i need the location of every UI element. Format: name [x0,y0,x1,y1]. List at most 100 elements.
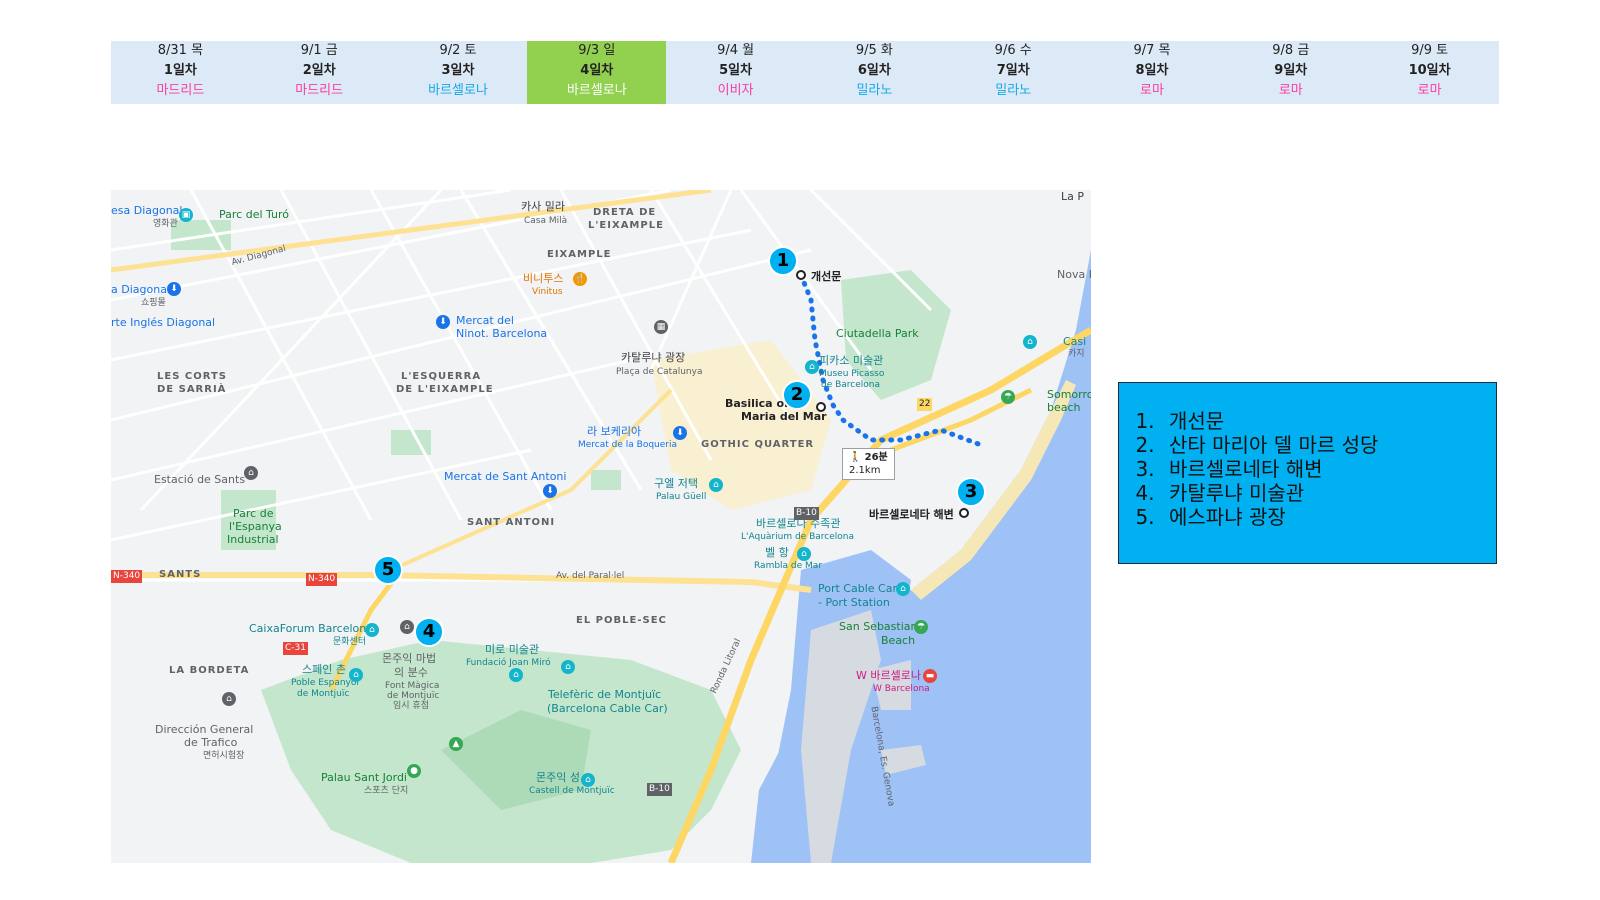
shield-22: 22 [917,398,933,411]
label-boqueria: Mercat de la Boqueria [578,440,677,450]
label-guell-ko: 구엘 저택 [654,477,698,490]
restaurant-icon[interactable]: 🍴 [573,272,587,286]
schedule-day: 9일차 [1274,63,1308,78]
label-diagonal-2: a Diagonal [111,283,170,296]
label-guell: Palau Güell [656,492,707,502]
schedule-day-9: 9/8 금 9일차 로마 [1221,41,1360,104]
label-direccion-3: 면허시험장 [203,751,245,761]
museum-icon[interactable]: ⌂ [709,478,723,492]
schedule-city: 로마 [1278,83,1303,98]
shopping-icon[interactable]: ⬇ [436,315,450,329]
aquarium-icon[interactable]: ⌂ [797,547,811,561]
label-casino: Casi [1063,335,1087,348]
poble-espanyol-icon[interactable]: ⌂ [349,668,363,682]
label-ciutadella: Ciutadella Park [836,327,919,340]
miro-icon[interactable]: ⌂ [509,668,523,682]
label-corte: rte Inglés Diagonal [111,316,216,329]
walking-time-box[interactable]: 🚶 26분 2.1km [842,448,895,480]
schedule-date: 9/9 토 [1411,43,1449,58]
stadium-icon[interactable]: ● [407,764,421,778]
label-miro-ko: 미로 미술관 [485,643,540,656]
label-somorrostro-1: Somorro [1047,388,1091,401]
barcelona-route-map[interactable]: 카사 밀라 Casa Milà DRETA DE L'EIXAMPLE EIXA… [111,190,1091,863]
cinema-icon[interactable]: ▣ [179,208,193,222]
label-fountain-ko-2: 의 분수 [394,666,428,679]
schedule-date: 8/31 목 [157,43,204,58]
shield-c31: C-31 [283,642,308,655]
label-direccion-1: Dirección General [155,723,254,736]
schedule-day: 2일차 [302,63,336,78]
label-direccion-2: de Trafico [184,736,238,749]
label-la-p: La P [1061,190,1084,203]
station-icon[interactable]: ⌂ [244,466,258,480]
schedule-date: 9/3 일 [578,43,616,58]
government-icon[interactable]: ⌂ [222,692,236,706]
label-parc-espanya-1: Parc de [233,507,274,520]
label-casa-mila-ko: 카사 밀라 [521,200,565,213]
shield-n340-2: N-340 [306,573,338,586]
mall-icon[interactable]: ⬇ [167,282,181,296]
schedule-city: 로마 [1417,83,1442,98]
label-les-corts-1: LES CORTS [157,371,228,382]
caixa-icon[interactable]: ⌂ [365,623,379,637]
label-dreta: DRETA DE [593,207,657,218]
schedule-city: 마드리드 [295,83,344,98]
label-basilica-2: Maria del Mar [741,410,827,423]
landmark-icon[interactable]: ▦ [654,320,668,334]
label-teleferic-2: (Barcelona Cable Car) [547,702,668,715]
route-pin-5[interactable]: 5 [373,555,403,585]
label-palau-jordi-ko: 스포츠 단지 [364,786,409,796]
schedule-day-8: 9/7 목 8일차 로마 [1083,41,1222,104]
casino-icon[interactable]: ⌂ [1023,335,1037,349]
schedule-city: 밀라노 [856,83,893,98]
schedule-day: 8일차 [1135,63,1169,78]
label-diagonal-1: esa Diagonal [111,204,183,217]
label-parc-espanya-2: l'Espanya [229,520,282,533]
schedule-day-10: 9/9 토 10일차 로마 [1360,41,1499,104]
label-boqueria-ko: 라 보케리아 [587,425,642,438]
route-pin-1[interactable]: 1 [768,246,798,276]
hotel-icon[interactable]: ▬ [923,669,937,683]
route-pin-3[interactable]: 3 [956,477,986,507]
label-casa-mila: Casa Milà [524,216,568,226]
label-esquerra-1: L'ESQUERRA [401,371,482,382]
label-les-corts-2: DE SARRIÀ [157,384,227,395]
label-sant-antoni: SANT ANTONI [467,517,556,528]
label-mercat-ninot-2: Ninot. Barcelona [456,327,548,340]
castell-icon[interactable]: ⌂ [581,773,595,787]
label-parc-turo: Parc del Turó [219,208,290,221]
label-eixample-2: EIXAMPLE [547,249,612,260]
park-icon[interactable]: ▲ [449,737,463,751]
schedule-day: 5일차 [719,63,753,78]
schedule-city: 바르셀로나 [428,83,488,98]
label-bordeta: LA BORDETA [169,665,250,676]
beach-icon-2[interactable]: ☂ [1001,390,1015,404]
shield-n340: N-340 [111,570,143,583]
schedule-day-4: 9/3 일 4일차 바르셀로나 [527,41,667,104]
route-pin-4[interactable]: 4 [414,617,444,647]
label-gothic: GOTHIC QUARTER [701,439,815,450]
label-palau-jordi: Palau Sant Jordi [321,771,407,784]
market-icon[interactable]: ⬇ [673,426,687,440]
teleferic-icon[interactable]: ⌂ [561,660,575,674]
port-cable-icon[interactable]: ⌂ [896,582,910,596]
fountain-icon[interactable]: ⌂ [400,620,414,634]
label-vinitus-ko: 비니투스 [523,272,564,285]
label-eixample-1: L'EIXAMPLE [588,220,664,231]
market-icon-2[interactable]: ⬇ [543,484,557,498]
legend-item-4: 카탈루냐 미술관 [1161,481,1496,505]
label-diagonal-2b: 쇼핑몰 [141,298,166,308]
route-legend: 개선문 산타 마리아 델 마르 성당 바르셀로네타 해변 카탈루냐 미술관 에스… [1118,382,1497,564]
label-aquarium: L'Aquàrium de Barcelona [741,532,854,542]
legend-item-1: 개선문 [1161,409,1496,433]
label-parc-espanya-3: Industrial [227,533,279,546]
label-port-cable-1: Port Cable Car [818,582,897,595]
route-pin-2[interactable]: 2 [782,380,812,410]
label-catalunya: Plaça de Catalunya [616,367,703,377]
beach-icon[interactable]: ☂ [914,620,928,634]
label-san-sebastian-1: San Sebastian [839,620,918,633]
museum-icon-picasso[interactable]: ⌂ [805,360,819,374]
walk-distance: 2.1km [849,465,881,476]
label-paral-lel: Av. del Paral·lel [556,571,625,581]
schedule-city: 바르셀로나 [566,83,627,98]
